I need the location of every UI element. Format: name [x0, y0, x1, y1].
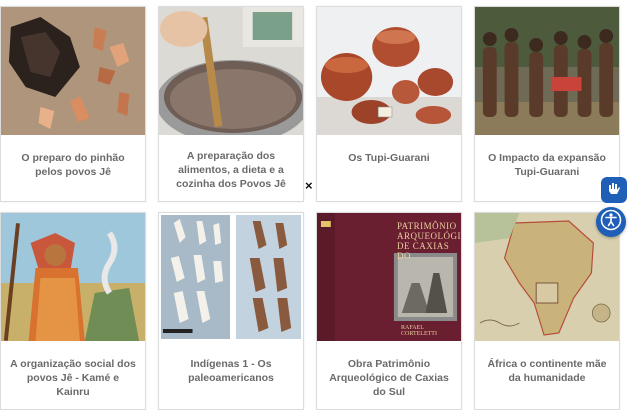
- card-image: [159, 213, 303, 341]
- card-title: A organização social dos povos Jê - Kamé…: [10, 358, 136, 398]
- card-image: [1, 7, 145, 135]
- card-title: África o continente mãe da humanidade: [487, 358, 607, 384]
- card-image: [317, 7, 461, 135]
- card-title: A preparação dos alimentos, a dieta e a …: [176, 150, 286, 190]
- card-tupi-guarani[interactable]: Os Tupi-Guarani: [316, 6, 462, 202]
- card-paleoamericanos[interactable]: Indígenas 1 - Os paleoamericanos: [158, 212, 304, 410]
- card-title: Os Tupi-Guarani: [348, 152, 430, 164]
- card-image: [1, 213, 145, 341]
- card-image: [475, 7, 619, 135]
- accessibility-button[interactable]: [596, 207, 626, 237]
- card-title: O preparo do pinhão pelos povos Jê: [21, 152, 125, 178]
- card-preparacao-alimentos[interactable]: A preparação dos alimentos, a dieta e a …: [158, 6, 304, 202]
- card-title: Obra Patrimônio Arqueológico de Caxias d…: [329, 358, 449, 398]
- accessibility-icon: [600, 209, 622, 236]
- card-africa[interactable]: África o continente mãe da humanidade: [474, 212, 620, 410]
- sign-language-button[interactable]: [601, 177, 627, 203]
- card-image: [475, 213, 619, 341]
- book-title-line2: ARQUEOLÓGICO: [397, 231, 461, 241]
- card-image: [159, 7, 303, 135]
- card-obra-patrimonio[interactable]: PATRIMÔNIO ARQUEOLÓGICO DE CAXIAS DO RAF…: [316, 212, 462, 410]
- card-title: O Impacto da expansão Tupi-Guarani: [488, 152, 606, 178]
- card-image: PATRIMÔNIO ARQUEOLÓGICO DE CAXIAS DO RAF…: [317, 213, 461, 341]
- card-pinhao[interactable]: O preparo do pinhão pelos povos Jê: [0, 6, 146, 202]
- hand-sign-icon: [605, 179, 623, 202]
- book-author: RAFAEL CORTELETTI: [401, 325, 437, 337]
- book-title-line3: DE CAXIAS DO: [397, 241, 450, 261]
- card-impacto-expansao[interactable]: O Impacto da expansão Tupi-Guarani: [474, 6, 620, 202]
- book-title-line1: PATRIMÔNIO: [397, 221, 457, 231]
- close-icon[interactable]: ×: [305, 178, 313, 193]
- card-organizacao-social[interactable]: A organização social dos povos Jê - Kamé…: [0, 212, 146, 410]
- card-title: Indígenas 1 - Os paleoamericanos: [188, 358, 274, 384]
